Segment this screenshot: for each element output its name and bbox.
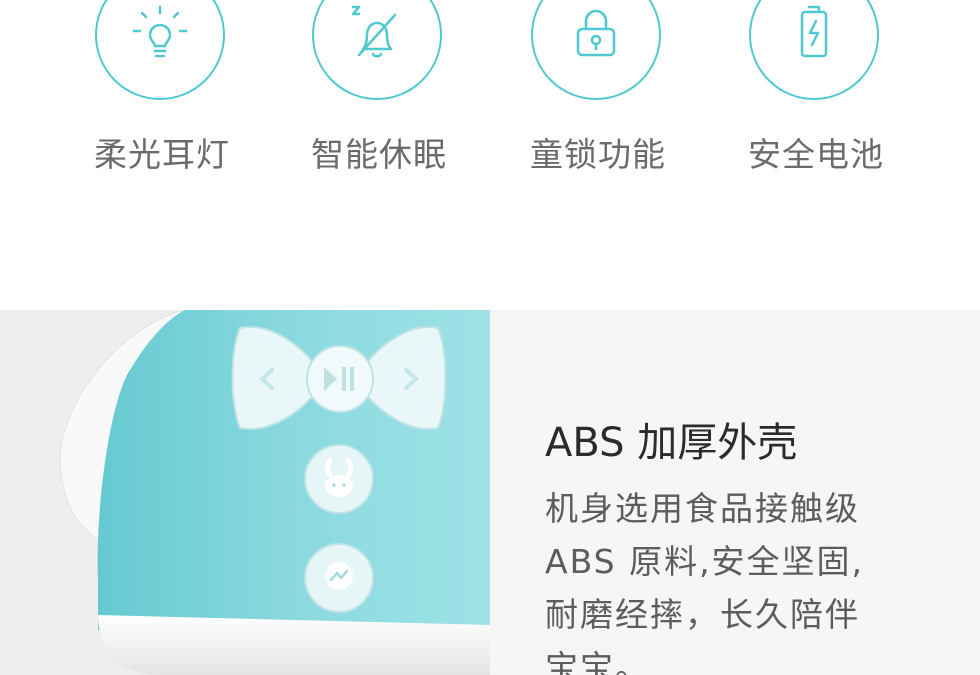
robot-speaker-illustration: [59, 310, 490, 675]
feature-label: 智能休眠: [311, 135, 447, 174]
description-line: 机身选用食品接触级: [545, 489, 860, 528]
description-line: ABS 原料,安全坚固,: [545, 542, 865, 581]
feature-label: 童锁功能: [530, 135, 666, 174]
product-photo: [0, 310, 490, 675]
bell-off-icon: [351, 5, 397, 58]
feature-icon-circle: [749, 0, 879, 100]
feature-icon-circle: [312, 0, 442, 100]
product-title: ABS 加厚外壳: [545, 420, 798, 466]
feature-child-lock: 童锁功能: [488, 0, 708, 190]
feature-row: 柔光耳灯 智能休眠 童锁功能 安全电池: [0, 0, 980, 200]
feature-icon-circle: [95, 0, 225, 100]
product-text: ABS 加厚外壳 机身选用食品接触级 ABS 原料,安全坚固, 耐磨经摔，长久陪…: [490, 310, 980, 675]
feature-icon-circle: [531, 0, 661, 100]
product-description: 机身选用食品接触级 ABS 原料,安全坚固, 耐磨经摔，长久陪伴 宝宝。: [545, 482, 925, 675]
description-line: 宝宝。: [545, 648, 650, 675]
description-line: 耐磨经摔，长久陪伴: [545, 595, 860, 634]
feature-label: 柔光耳灯: [94, 135, 230, 174]
feature-soft-ear-light: 柔光耳灯: [52, 0, 272, 190]
battery-icon: [800, 5, 828, 58]
feature-label: 安全电池: [748, 135, 884, 174]
feature-safe-battery: 安全电池: [706, 0, 926, 190]
feature-smart-sleep: 智能休眠: [269, 0, 489, 190]
product-section: ABS 加厚外壳 机身选用食品接触级 ABS 原料,安全坚固, 耐磨经摔，长久陪…: [0, 310, 980, 675]
lock-icon: [576, 9, 616, 57]
light-bulb-icon: [132, 5, 188, 58]
